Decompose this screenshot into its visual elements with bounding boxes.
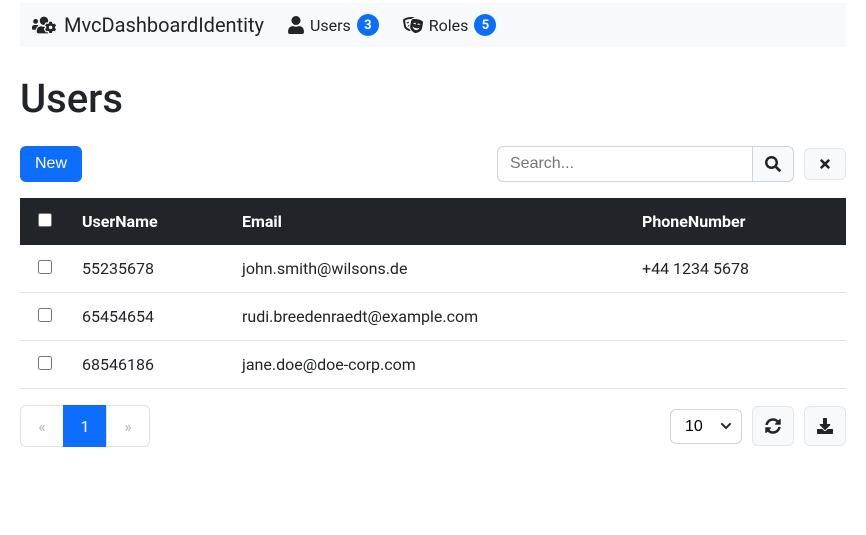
row-checkbox[interactable] bbox=[38, 260, 52, 274]
roles-count-badge: 5 bbox=[474, 14, 496, 36]
table-row[interactable]: 55235678 john.smith@wilsons.de +44 1234 … bbox=[20, 245, 846, 293]
toolbar: New bbox=[20, 146, 846, 182]
cell-phone: +44 1234 5678 bbox=[630, 245, 846, 293]
brand-link[interactable]: MvcDashboardIdentity bbox=[32, 13, 264, 37]
nav-roles-label: Roles bbox=[429, 16, 469, 35]
cell-phone bbox=[630, 341, 846, 389]
users-table: UserName Email PhoneNumber 55235678 john… bbox=[20, 198, 846, 389]
search-icon bbox=[765, 156, 781, 172]
nav-users[interactable]: Users 3 bbox=[288, 14, 379, 36]
pagination: « 1 » bbox=[20, 405, 150, 447]
nav-users-label: Users bbox=[310, 16, 351, 35]
cell-email: rudi.breedenraedt@example.com bbox=[230, 293, 630, 341]
users-count-badge: 3 bbox=[357, 14, 379, 36]
table-row[interactable]: 68546186 jane.doe@doe-corp.com bbox=[20, 341, 846, 389]
row-checkbox[interactable] bbox=[38, 356, 52, 370]
navbar: MvcDashboardIdentity Users 3 Roles 5 bbox=[20, 3, 846, 47]
download-button[interactable] bbox=[804, 406, 846, 446]
page-next[interactable]: » bbox=[107, 406, 149, 446]
page-title: Users bbox=[20, 75, 846, 122]
search-button[interactable] bbox=[752, 146, 794, 182]
table-row[interactable]: 65454654 rudi.breedenraedt@example.com bbox=[20, 293, 846, 341]
cell-username: 65454654 bbox=[70, 293, 230, 341]
header-username[interactable]: UserName bbox=[70, 198, 230, 245]
page-size-select[interactable]: 10 bbox=[670, 409, 742, 444]
cell-email: john.smith@wilsons.de bbox=[230, 245, 630, 293]
cell-username: 55235678 bbox=[70, 245, 230, 293]
cell-phone bbox=[630, 293, 846, 341]
nav-roles[interactable]: Roles 5 bbox=[403, 14, 497, 36]
close-icon bbox=[818, 157, 832, 171]
users-cog-icon bbox=[32, 15, 56, 35]
download-icon bbox=[817, 418, 833, 434]
user-icon bbox=[288, 16, 304, 34]
page-prev[interactable]: « bbox=[21, 406, 63, 446]
cell-email: jane.doe@doe-corp.com bbox=[230, 341, 630, 389]
new-button[interactable]: New bbox=[20, 146, 82, 182]
page-current[interactable]: 1 bbox=[64, 406, 106, 446]
cell-username: 68546186 bbox=[70, 341, 230, 389]
refresh-button[interactable] bbox=[752, 406, 794, 446]
search-input[interactable] bbox=[497, 146, 752, 182]
masks-icon bbox=[403, 16, 423, 34]
row-checkbox[interactable] bbox=[38, 308, 52, 322]
search-group bbox=[497, 146, 846, 182]
clear-search-button[interactable] bbox=[804, 148, 846, 180]
refresh-icon bbox=[765, 418, 781, 434]
header-email[interactable]: Email bbox=[230, 198, 630, 245]
brand-text: MvcDashboardIdentity bbox=[64, 13, 264, 37]
header-phone[interactable]: PhoneNumber bbox=[630, 198, 846, 245]
select-all-checkbox[interactable] bbox=[38, 213, 52, 227]
table-footer: « 1 » 10 bbox=[20, 405, 846, 447]
